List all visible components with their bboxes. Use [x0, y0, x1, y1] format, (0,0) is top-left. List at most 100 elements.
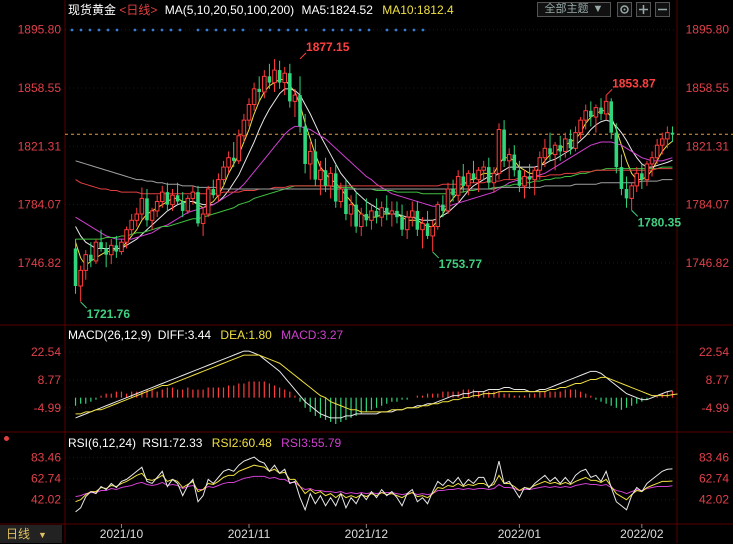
minus-glyph — [658, 8, 667, 11]
candle-body-down — [180, 201, 185, 211]
candle-body-up — [369, 210, 374, 221]
marker-dot — [196, 28, 200, 32]
add-icon[interactable] — [636, 2, 651, 17]
candle-body-down — [640, 173, 644, 180]
marker-dot — [223, 28, 227, 32]
candle-body-up — [358, 213, 364, 228]
period-label[interactable]: <日线> — [119, 3, 157, 17]
ma-params: MA(5,10,20,50,100,200) — [164, 3, 295, 17]
candle-body-up — [108, 244, 114, 256]
price-annotation: 1853.87 — [612, 76, 656, 90]
candle-body-down — [400, 217, 404, 230]
marker-dot — [412, 28, 416, 32]
candle-body-up — [216, 179, 221, 196]
candle-body-up — [644, 163, 650, 181]
minus-icon[interactable] — [655, 2, 670, 17]
price-tick-left: 1821.31 — [18, 139, 62, 153]
price-tick-right: 1784.07 — [686, 198, 730, 212]
chevron-down-icon: ▼ — [38, 530, 47, 540]
period-tab-label: 日线 — [6, 527, 31, 541]
candle-body-up — [649, 157, 655, 165]
chevron-down-icon: ▼ — [592, 3, 604, 15]
rsi-tick-right: 83.46 — [699, 451, 729, 465]
price-tick-right: 1746.82 — [686, 256, 730, 270]
header-bar: 现货黄金 <日线> MA(5,10,20,50,100,200) MA5:182… — [68, 3, 454, 17]
candle-body-up — [318, 169, 323, 181]
candle-body-down — [364, 214, 369, 221]
candle-body-up — [506, 154, 512, 162]
settings-icon[interactable] — [617, 2, 632, 17]
candle-body-down — [99, 242, 103, 249]
marker-dot — [106, 28, 110, 32]
period-tab[interactable]: 日线 ▼ — [0, 525, 62, 543]
macd-params: MACD(26,12,9) — [68, 328, 152, 342]
marker-dot — [340, 28, 344, 32]
candle-body-up — [496, 129, 502, 174]
candle-body-up — [379, 207, 384, 218]
rsi-marker-icon — [4, 436, 9, 441]
marker-dot — [304, 28, 308, 32]
rsi-header: RSI(6,12,24) RSI1:72.33 RSI2:60.48 RSI3:… — [68, 436, 341, 450]
candle-body-down — [175, 195, 180, 202]
rsi-tick-right: 62.74 — [699, 472, 729, 486]
candle-body-up — [134, 213, 140, 221]
candle-body-up — [455, 175, 461, 196]
macd-tick-left: 22.54 — [31, 345, 61, 359]
candle-body-up — [573, 132, 578, 149]
candle-body-up — [262, 75, 267, 93]
marker-dot — [331, 28, 335, 32]
candle-body-up — [532, 169, 537, 181]
theme-dropdown[interactable]: 全部主题 ▼ — [537, 2, 611, 17]
candle-body-down — [114, 245, 119, 252]
macd-tick-right: 22.54 — [699, 345, 729, 359]
candle-body-down — [374, 210, 379, 218]
candle-body-up — [435, 204, 441, 228]
candle-body-up — [78, 269, 83, 287]
marker-dot — [205, 28, 209, 32]
candle-body-down — [619, 167, 624, 189]
candle-body-up — [83, 254, 89, 271]
price-annotation: 1877.15 — [306, 40, 350, 54]
candle-body-down — [384, 207, 389, 215]
marker-dot — [385, 28, 389, 32]
candle-body-down — [333, 173, 338, 202]
date-label: 2021/11 — [228, 527, 271, 541]
rsi-tick-left: 42.02 — [31, 493, 61, 507]
rsi1-value: RSI1:72.33 — [142, 436, 203, 450]
candle-body-up — [200, 213, 206, 224]
candle-body-up — [170, 194, 175, 206]
candle-body-up — [491, 172, 497, 184]
candle-body-down — [451, 188, 455, 196]
candle-body-up — [338, 188, 344, 203]
candle-body-down — [267, 76, 272, 83]
price-annotation: 1780.35 — [638, 215, 682, 229]
marker-dot — [97, 28, 101, 32]
macd-dea: DEA:1.80 — [220, 328, 272, 342]
candle-body-up — [445, 188, 451, 212]
candle-body-up — [542, 147, 548, 159]
candle-body-up — [119, 241, 124, 253]
date-label: 2022/01 — [498, 527, 542, 541]
candle-body-down — [558, 145, 562, 152]
ma10-value: MA10:1812.4 — [382, 3, 454, 17]
candle-body-down — [231, 157, 236, 161]
candle-body-up — [93, 241, 99, 262]
candle-body-down — [288, 73, 292, 102]
candle-body-up — [583, 110, 589, 121]
ma-line-gray — [75, 160, 673, 190]
candle-body-up — [665, 132, 670, 140]
marker-dot — [349, 28, 353, 32]
marker-dot — [241, 28, 245, 32]
candle-body-up — [476, 169, 481, 181]
candle-body-down — [303, 126, 307, 164]
candle-body-down — [609, 101, 614, 133]
price-tick-left: 1746.82 — [18, 256, 62, 270]
candle-body-down — [415, 210, 420, 230]
chart-canvas: 1895.80 1895.80 1858.55 1858.55 1821.31 1821.… — [0, 0, 733, 543]
marker-dot — [169, 28, 173, 32]
marker-dot — [394, 28, 398, 32]
marker-dot — [295, 28, 299, 32]
marker-dot — [403, 28, 407, 32]
candle-body-down — [257, 88, 261, 92]
candle-body-up — [328, 172, 333, 187]
